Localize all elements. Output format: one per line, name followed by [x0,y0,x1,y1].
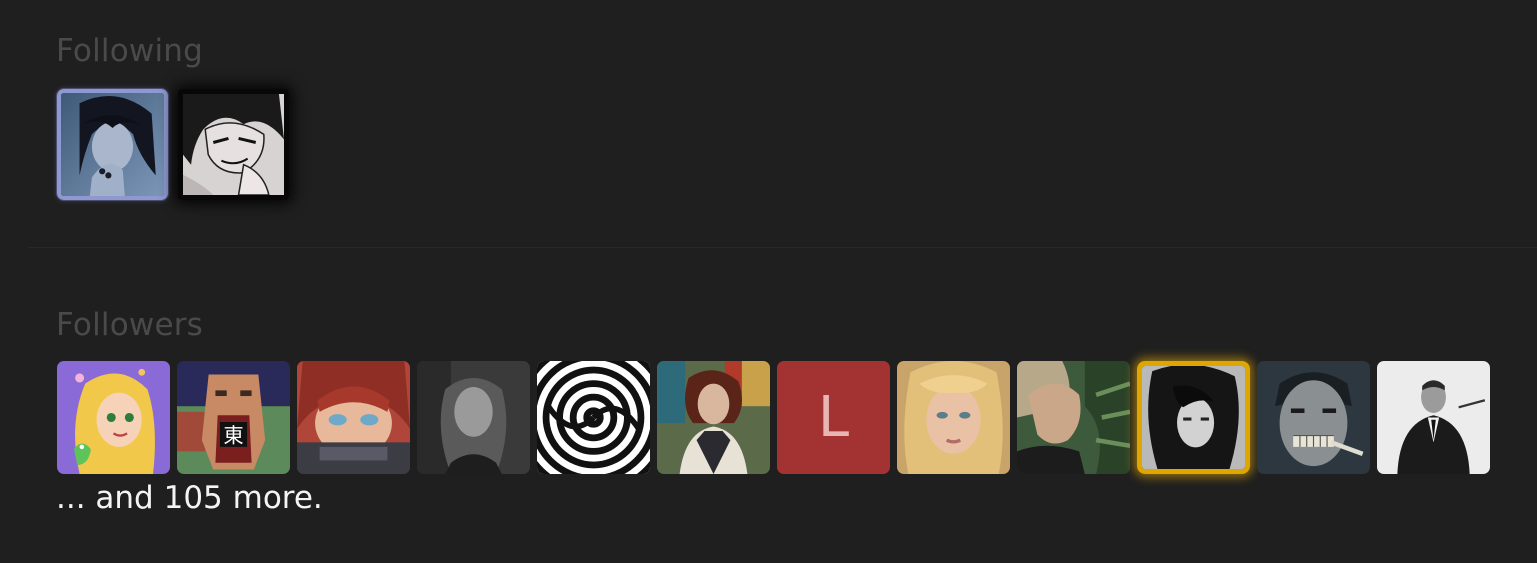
user-avatar-anime-girl-icon[interactable] [297,361,410,474]
user-avatar-monochrome-portrait-icon[interactable] [417,361,530,474]
more-followers-text: ... and 105 more. [56,480,323,516]
following-heading: Following [56,33,203,69]
user-avatar-man-in-suit-icon[interactable] [1377,361,1490,474]
user-avatar-black-hair-woman-icon[interactable] [1137,361,1250,474]
user-avatar-grinning-man-icon[interactable] [1257,361,1370,474]
followers-heading: Followers [56,307,204,343]
user-avatar-dark-haired-woman-icon[interactable] [57,89,168,200]
user-avatar-manga-character-icon[interactable] [178,89,289,200]
followers-avatar-list: 東 L [57,361,1490,474]
user-avatar-jungle-profile-icon[interactable] [1017,361,1130,474]
user-avatar-blonde-woman-icon[interactable] [897,361,1010,474]
user-avatar-cartoon-princess-icon[interactable] [57,361,170,474]
user-avatar-spiral-icon[interactable] [537,361,650,474]
avatar-badge-text: 東 [223,423,243,447]
profile-connections-panel: Following Followers 東 L ... and 105 more… [0,0,1537,563]
section-divider [28,247,1537,248]
user-avatar-redhead-woman-icon[interactable] [657,361,770,474]
user-avatar-letter-icon[interactable]: L [777,361,890,474]
following-avatar-list [57,89,289,200]
user-avatar-lowpoly-face-icon[interactable]: 東 [177,361,290,474]
avatar-letter: L [817,384,850,450]
